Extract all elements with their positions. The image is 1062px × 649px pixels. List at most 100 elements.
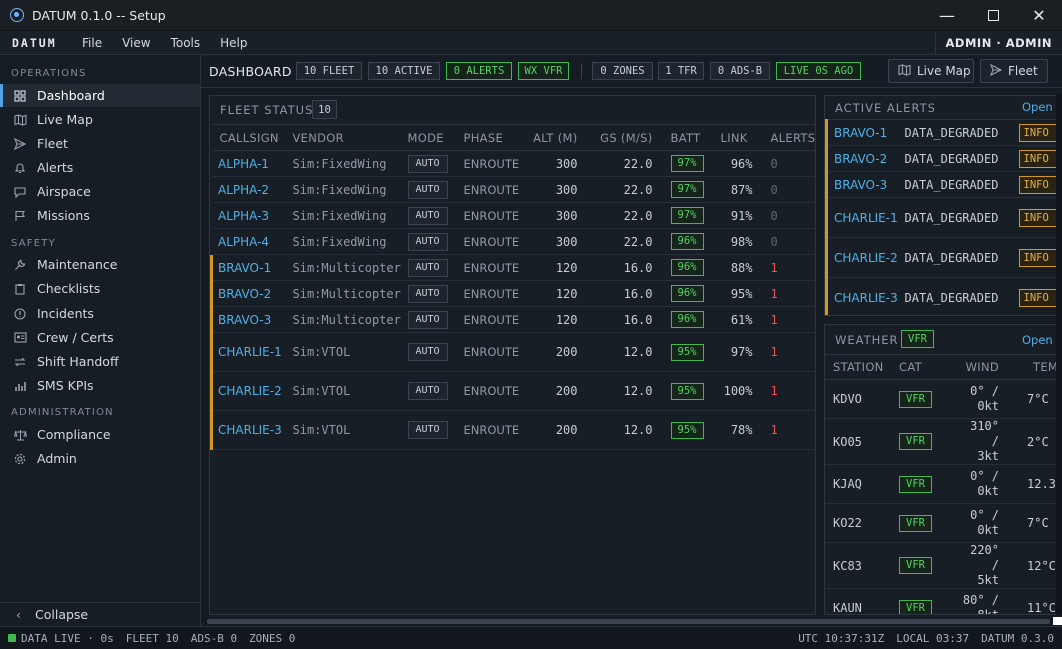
chevron-left-icon: ‹ xyxy=(16,607,21,622)
alert-row[interactable]: CHARLIE-3 DATA_DEGRADED INFO xyxy=(825,277,1062,315)
table-row[interactable]: CHARLIE-3 Sim:VTOL AUTO ENROUTE 200 12.0 95% 78… xyxy=(210,410,817,450)
sidebar-item-crew-certs[interactable]: Crew / Certs xyxy=(0,326,200,349)
sidebar-item-label: Maintenance xyxy=(37,257,118,272)
table-row[interactable]: BRAVO-1 Sim:Multicopter AUTO ENROUTE 120 16.0… xyxy=(210,254,817,281)
close-button[interactable]: ✕ xyxy=(1016,0,1062,31)
table-row[interactable]: BRAVO-2 Sim:Multicopter AUTO ENROUTE 120 16.0… xyxy=(210,280,817,307)
map-icon xyxy=(13,113,27,127)
callsign-cell[interactable]: CHARLIE-2 xyxy=(210,371,285,411)
callsign-cell[interactable]: ALPHA-4 xyxy=(211,228,285,255)
alerts-cell: 0 xyxy=(762,228,817,255)
weather-category-badge: VFR xyxy=(901,330,934,348)
sidebar-item-missions[interactable]: Missions xyxy=(0,204,200,227)
column-header[interactable]: CALLSIGN xyxy=(211,124,285,151)
live-map-button[interactable]: Live Map xyxy=(888,59,974,83)
phase-cell: ENROUTE xyxy=(455,176,524,203)
fleet-table: CALLSIGN VENDOR MODE PHASE ALT (M) GS (M… xyxy=(210,124,817,450)
zones-count-badge: 0 ZONES xyxy=(592,62,653,80)
column-header[interactable]: GS (M/S) xyxy=(587,124,663,151)
wind-direction: 0° / xyxy=(970,384,999,398)
table-row[interactable]: ALPHA-4 Sim:FixedWing AUTO ENROUTE 300 22.0 96… xyxy=(211,228,817,255)
fleet-count-badge: 10 xyxy=(312,100,337,119)
collapse-button[interactable]: ‹ Collapse xyxy=(0,602,200,626)
user-menu[interactable]: ADMIN · ADMIN xyxy=(934,31,1062,55)
column-header[interactable]: ALERTS xyxy=(762,124,817,151)
scrollbar-thumb[interactable] xyxy=(207,619,1050,624)
alert-row[interactable]: CHARLIE-2 DATA_DEGRADED INFO xyxy=(825,237,1062,278)
alert-callsign[interactable]: BRAVO-1 xyxy=(825,119,899,146)
sidebar-item-sms-kpis[interactable]: SMS KPIs xyxy=(0,374,200,397)
column-header[interactable]: ALT (M) xyxy=(523,124,588,151)
table-row[interactable]: ALPHA-3 Sim:FixedWing AUTO ENROUTE 300 22.0 97… xyxy=(211,202,817,229)
column-header[interactable]: LINK xyxy=(712,124,763,151)
maximize-button[interactable] xyxy=(970,0,1016,31)
callsign-cell[interactable]: CHARLIE-1 xyxy=(210,332,285,372)
minimize-button[interactable]: — xyxy=(924,0,970,31)
sidebar-item-live-map[interactable]: Live Map xyxy=(0,108,200,131)
weather-row[interactable]: KDVO VFR 0° /0kt 7°C xyxy=(825,379,1062,419)
sidebar-item-airspace[interactable]: Airspace xyxy=(0,180,200,203)
column-header[interactable]: BATT xyxy=(662,124,713,151)
menu-view[interactable]: View xyxy=(122,36,150,50)
table-row[interactable]: ALPHA-2 Sim:FixedWing AUTO ENROUTE 300 22.0 97… xyxy=(211,176,817,203)
alert-callsign[interactable]: BRAVO-3 xyxy=(825,171,899,198)
battery-badge: 97% xyxy=(670,155,704,172)
sidebar-item-admin[interactable]: Admin xyxy=(0,447,200,470)
sidebar-item-shift-handoff[interactable]: Shift Handoff xyxy=(0,350,200,373)
sidebar-item-dashboard[interactable]: Dashboard xyxy=(0,84,200,107)
weather-row[interactable]: KAUN VFR 80° /8kt 11°C xyxy=(825,588,1062,614)
callsign-cell[interactable]: BRAVO-1 xyxy=(210,254,285,281)
vertical-scrollbar[interactable] xyxy=(1056,95,1062,615)
weather-row[interactable]: KJAQVFR0° /0kt12.3°C xyxy=(825,464,1062,504)
weather-row[interactable]: KC83 VFR 220° /5kt 12°C xyxy=(825,542,1062,589)
callsign-cell[interactable]: BRAVO-2 xyxy=(210,280,285,307)
alert-row[interactable]: BRAVO-3 DATA_DEGRADED INFO xyxy=(825,171,1062,198)
alert-callsign[interactable]: CHARLIE-1 xyxy=(825,197,899,238)
send-icon xyxy=(989,63,1003,79)
sidebar-item-label: Fleet xyxy=(37,136,68,151)
column-header[interactable]: CAT xyxy=(891,354,951,380)
column-header[interactable]: WIND xyxy=(951,354,1007,380)
station-cell: KDVO xyxy=(825,379,891,419)
alert-callsign[interactable]: CHARLIE-2 xyxy=(825,237,899,278)
sidebar-item-checklists[interactable]: Checklists xyxy=(0,277,200,300)
alert-row[interactable]: CHARLIE-1 DATA_DEGRADED INFO xyxy=(825,197,1062,238)
column-header[interactable]: VENDOR xyxy=(284,124,400,151)
wind-speed: 0kt xyxy=(977,484,999,498)
sidebar-item-alerts[interactable]: Alerts xyxy=(0,156,200,179)
callsign-cell[interactable]: BRAVO-3 xyxy=(210,306,285,333)
battery-cell: 96% xyxy=(662,254,713,281)
table-row[interactable]: CHARLIE-1 Sim:VTOL AUTO ENROUTE 200 12.0 95% 97… xyxy=(210,332,817,372)
fleet-button[interactable]: Fleet xyxy=(980,59,1048,83)
temperature-cell: 7°C xyxy=(1007,503,1062,543)
sidebar-item-maintenance[interactable]: Maintenance xyxy=(0,253,200,276)
sidebar-item-incidents[interactable]: Incidents xyxy=(0,302,200,325)
grid-icon xyxy=(13,89,27,103)
alert-row[interactable]: BRAVO-1 DATA_DEGRADED INFO xyxy=(825,119,1062,146)
table-row[interactable]: BRAVO-3 Sim:Multicopter AUTO ENROUTE 120 16.0… xyxy=(210,306,817,333)
sidebar-item-compliance[interactable]: Compliance xyxy=(0,423,200,446)
bar-chart-icon xyxy=(13,379,27,393)
column-header[interactable]: STATION xyxy=(825,354,891,380)
section-label-operations: OPERATIONS xyxy=(11,68,87,79)
weather-row[interactable]: KO22 VFR 0° /0kt 7°C xyxy=(825,503,1062,543)
callsign-cell[interactable]: ALPHA-2 xyxy=(211,176,285,203)
sidebar-item-fleet[interactable]: Fleet xyxy=(0,132,200,155)
table-row[interactable]: CHARLIE-2 Sim:VTOL AUTO ENROUTE 200 12.0 95% 10… xyxy=(210,371,817,411)
menu-help[interactable]: Help xyxy=(220,36,247,50)
weather-row[interactable]: KO05 VFR 310° /3kt 2°C xyxy=(825,418,1062,465)
horizontal-scrollbar[interactable] xyxy=(201,617,1062,625)
alert-row[interactable]: BRAVO-2 DATA_DEGRADED INFO xyxy=(825,145,1062,172)
callsign-cell[interactable]: ALPHA-3 xyxy=(211,202,285,229)
column-header[interactable]: TEMP xyxy=(1007,354,1062,380)
column-header[interactable]: MODE xyxy=(399,124,456,151)
menu-file[interactable]: File xyxy=(82,36,102,50)
callsign-cell[interactable]: ALPHA-1 xyxy=(211,150,285,177)
callsign-cell[interactable]: CHARLIE-3 xyxy=(210,410,285,450)
dashboard-toolbar: DASHBOARD 10 FLEET 10 ACTIVE 0 ALERTS WX… xyxy=(201,55,1062,88)
column-header[interactable]: PHASE xyxy=(455,124,524,151)
alert-callsign[interactable]: CHARLIE-3 xyxy=(825,277,899,315)
table-row[interactable]: ALPHA-1 Sim:FixedWing AUTO ENROUTE 300 22.0 97… xyxy=(211,150,817,177)
alert-callsign[interactable]: BRAVO-2 xyxy=(825,145,899,172)
menu-tools[interactable]: Tools xyxy=(171,36,201,50)
